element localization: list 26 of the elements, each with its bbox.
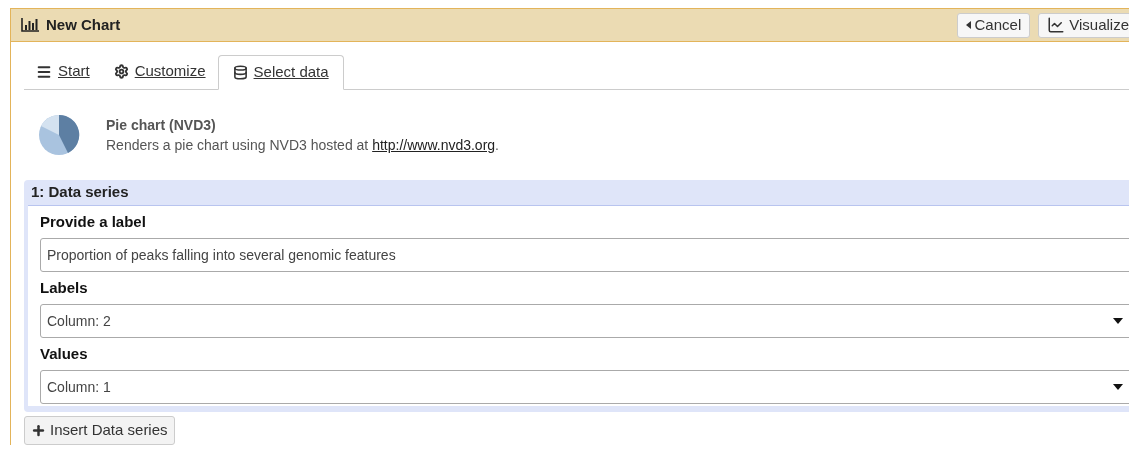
tab[interactable]: Select data (217, 55, 344, 90)
insert-data-series-button[interactable]: Insert Data series (24, 416, 175, 445)
visualize-button[interactable]: Visualize (1038, 12, 1129, 38)
database-icon (232, 65, 248, 80)
tab[interactable]: Start (24, 54, 102, 89)
input-field[interactable]: Proportion of peaks falling into several genomic features (40, 238, 1129, 272)
tab[interactable]: Customize (101, 54, 218, 89)
menu-icon (36, 63, 52, 80)
field-label: Values (40, 343, 89, 364)
caret-left-icon (965, 21, 971, 29)
pie-chart-icon (38, 114, 80, 156)
field-label: Labels (40, 277, 89, 298)
line-chart-icon (1047, 16, 1066, 34)
cancel-button[interactable]: Cancel (956, 12, 1031, 38)
window-title: New Chart (46, 14, 121, 35)
settings-icon (113, 64, 129, 79)
select-field[interactable]: Column: 2 (40, 304, 1129, 338)
plugin-link[interactable]: http://www.nvd3.org (372, 137, 496, 153)
select-field[interactable]: Column: 1 (40, 370, 1129, 404)
plugin-description: Renders a pie chart using NVD3 hosted at http://www.nvd3.org. (106, 136, 499, 155)
plus-icon (31, 423, 46, 438)
bar-chart-icon (21, 18, 39, 32)
dropdown-caret-icon (1113, 384, 1123, 390)
field-label: Provide a label (40, 211, 147, 232)
dropdown-caret-icon (1113, 318, 1123, 324)
plugin-title: Pie chart (NVD3) (106, 116, 217, 135)
